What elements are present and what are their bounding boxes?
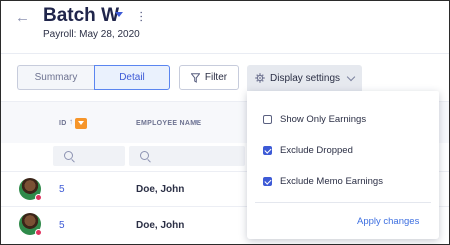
option-label: Exclude Memo Earnings [280, 176, 383, 187]
option-label: Show Only Earnings [280, 114, 367, 125]
search-icon [140, 151, 149, 160]
gear-icon [255, 73, 265, 83]
column-filter-active-icon[interactable] [75, 118, 87, 129]
funnel-icon [190, 72, 200, 83]
id-search-input[interactable] [53, 146, 125, 166]
exclude-dropped-checkbox[interactable] [263, 146, 272, 155]
employee-name[interactable]: Doe, John [136, 184, 184, 195]
employee-id[interactable]: 5 [59, 220, 65, 231]
exclude-memo-earnings-checkbox[interactable] [263, 177, 272, 186]
header-divider [1, 53, 449, 54]
dropdown-divider [255, 202, 431, 203]
apply-changes-button[interactable]: Apply changes [357, 216, 419, 227]
display-settings-dropdown: Show Only Earnings Exclude Dropped Exclu… [247, 91, 439, 239]
employee-name-search-input[interactable] [129, 146, 245, 166]
filter-button-label: Filter [204, 72, 228, 83]
sort-ascending-icon[interactable]: ↑ [69, 117, 73, 126]
show-only-earnings-checkbox[interactable] [263, 115, 272, 124]
option-exclude-dropped[interactable]: Exclude Dropped [263, 145, 353, 156]
filter-button[interactable]: Filter [179, 65, 239, 90]
option-show-only-earnings[interactable]: Show Only Earnings [263, 114, 366, 125]
employee-id[interactable]: 5 [59, 184, 65, 195]
chevron-down-icon [346, 72, 356, 81]
display-settings-button[interactable]: Display settings [247, 65, 362, 91]
tab-detail[interactable]: Detail [94, 65, 170, 90]
display-settings-label: Display settings [270, 72, 341, 84]
column-header-employee-name[interactable]: EMPLOYEE NAME [136, 120, 201, 127]
search-icon [64, 151, 73, 160]
column-header-id[interactable]: ID [59, 120, 67, 127]
back-arrow-icon[interactable]: ← [15, 9, 30, 26]
employee-name[interactable]: Doe, John [136, 220, 184, 231]
more-options-icon[interactable]: ⋯ [135, 11, 149, 22]
title-dropdown-caret-icon[interactable] [115, 12, 123, 17]
payroll-date: Payroll: May 28, 2020 [43, 29, 140, 40]
option-label: Exclude Dropped [280, 145, 353, 156]
app-window: ← Batch W ⋯ Payroll: May 28, 2020 Summar… [0, 0, 450, 245]
status-indicator [35, 194, 42, 201]
option-exclude-memo-earnings[interactable]: Exclude Memo Earnings [263, 176, 383, 187]
tab-summary[interactable]: Summary [17, 65, 94, 90]
column-filter-icon[interactable] [194, 120, 200, 125]
status-indicator [35, 229, 42, 236]
page-title: Batch W [43, 5, 119, 26]
